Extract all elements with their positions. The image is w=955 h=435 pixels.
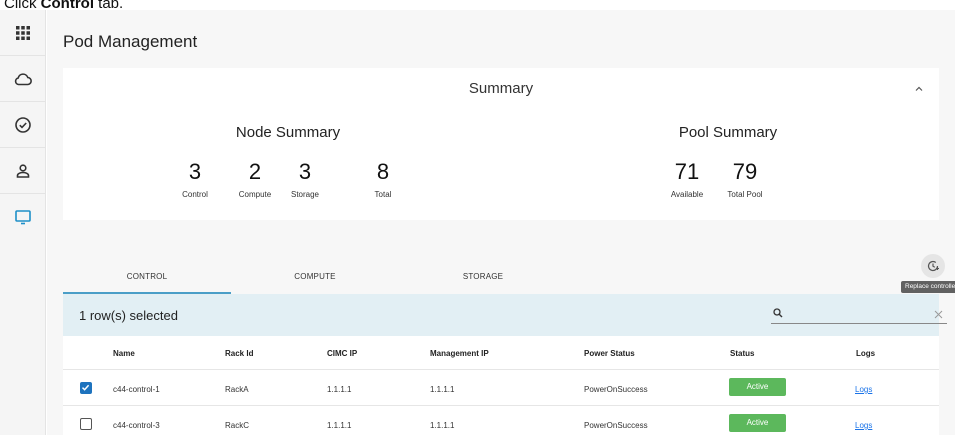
table-header: Name Rack Id CIMC IP Management IP Power… — [63, 336, 939, 370]
summary-title: Summary — [468, 80, 534, 97]
logs-link[interactable]: Logs — [855, 385, 872, 394]
row-checkbox[interactable] — [80, 418, 92, 430]
cell-rack-id: RackC — [225, 421, 250, 430]
sidebar-item-status[interactable] — [0, 102, 46, 148]
stat-control: 3 Control — [182, 159, 208, 200]
node-tabs: CONTROL COMPUTE STORAGE — [63, 272, 939, 294]
stat-available: 71 Available — [670, 159, 704, 200]
status-badge: Active — [729, 414, 786, 432]
pool-summary-title: Pool Summary — [678, 124, 778, 141]
tab-control[interactable]: CONTROL — [63, 272, 231, 294]
search-field — [771, 308, 947, 324]
status-badge: Active — [729, 378, 786, 396]
search-input[interactable] — [789, 308, 919, 322]
chevron-up-icon[interactable] — [913, 83, 925, 95]
column-header-logs[interactable]: Logs — [856, 349, 875, 358]
replace-controller-button[interactable] — [921, 254, 945, 278]
table-row[interactable]: c44-control-1 RackA 1.1.1.1 1.1.1.1 Powe… — [63, 370, 939, 406]
grid-icon — [16, 25, 30, 40]
sidebar-item-pods[interactable] — [0, 194, 46, 240]
logs-link[interactable]: Logs — [855, 421, 872, 430]
search-icon — [773, 308, 783, 318]
sidebar-item-cloud[interactable] — [0, 56, 46, 102]
cell-cimc-ip: 1.1.1.1 — [327, 385, 352, 394]
cell-power-status: PowerOnSuccess — [584, 385, 648, 394]
replace-icon — [927, 260, 939, 272]
stat-storage: 3 Storage — [290, 159, 320, 200]
close-icon[interactable] — [934, 310, 943, 319]
checkmark-icon — [81, 384, 90, 391]
column-header-cimc-ip[interactable]: CIMC IP — [327, 349, 357, 358]
table-row[interactable]: c44-control-3 RackC 1.1.1.1 1.1.1.1 Powe… — [63, 406, 939, 435]
selection-count: 1 row(s) selected — [79, 308, 178, 323]
stat-total: 8 Total — [374, 159, 392, 200]
selection-toolbar: 1 row(s) selected — [63, 294, 947, 336]
main-panel: Pod Management Summary Node Summary 3 Co… — [47, 10, 955, 435]
cloud-icon — [14, 72, 32, 85]
tab-compute[interactable]: COMPUTE — [231, 272, 399, 294]
sidebar-item-user[interactable] — [0, 148, 46, 194]
page-title: Pod Management — [63, 32, 198, 51]
stat-total-pool: 79 Total Pool — [727, 159, 763, 200]
cell-management-ip: 1.1.1.1 — [430, 385, 455, 394]
cell-power-status: PowerOnSuccess — [584, 421, 648, 430]
column-header-management-ip[interactable]: Management IP — [430, 349, 489, 358]
cell-name: c44-control-3 — [113, 421, 160, 430]
cell-name: c44-control-1 — [113, 385, 160, 394]
sidebar — [0, 10, 46, 435]
tab-storage[interactable]: STORAGE — [399, 272, 567, 294]
node-summary-title: Node Summary — [235, 124, 341, 141]
sidebar-item-apps[interactable] — [0, 10, 46, 56]
nodes-table: Name Rack Id CIMC IP Management IP Power… — [63, 336, 939, 435]
cell-rack-id: RackA — [225, 385, 249, 394]
user-icon — [16, 163, 30, 178]
row-checkbox[interactable] — [80, 382, 92, 394]
cell-management-ip: 1.1.1.1 — [430, 421, 455, 430]
column-header-rack-id[interactable]: Rack Id — [225, 349, 253, 358]
column-header-power-status[interactable]: Power Status — [584, 349, 635, 358]
monitor-icon — [15, 210, 31, 225]
column-header-status[interactable]: Status — [730, 349, 754, 358]
summary-card: Summary Node Summary 3 Control 2 Compute… — [63, 68, 939, 220]
cell-cimc-ip: 1.1.1.1 — [327, 421, 352, 430]
replace-controller-tooltip: Replace controller — [901, 281, 955, 293]
column-header-name[interactable]: Name — [113, 349, 135, 358]
check-circle-icon — [15, 116, 31, 133]
